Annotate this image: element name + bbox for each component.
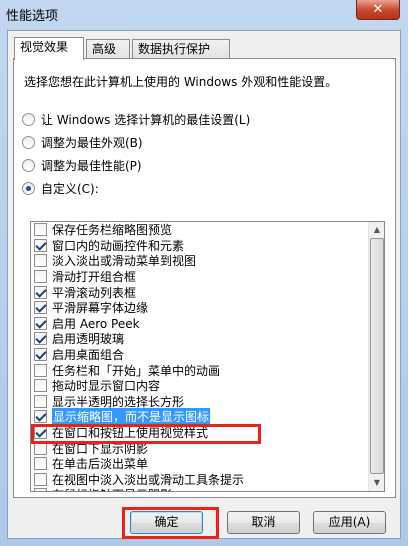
option-label: 平滑屏幕字体边缘	[52, 301, 149, 316]
scrollbar-thumb[interactable]	[370, 238, 384, 474]
tab-dep[interactable]: 数据执行保护	[132, 39, 230, 59]
tab-label: 高级	[92, 42, 117, 56]
checkbox[interactable]	[34, 254, 47, 268]
radio-label: 调整为最佳性能(P)	[41, 158, 142, 173]
checkbox[interactable]	[34, 270, 47, 284]
radio-custom[interactable]: 自定义(C):	[22, 179, 99, 197]
option-label: 滑动打开组合框	[52, 270, 137, 285]
checkbox[interactable]	[34, 472, 47, 486]
checkbox[interactable]	[34, 363, 47, 377]
option-label: 在视图中淡入淡出或滑动工具条提示	[52, 472, 245, 487]
list-item[interactable]: 在视图中淡入淡出或滑动工具条提示	[31, 472, 369, 488]
radio-label: 让 Windows 选择计算机的最佳设置(L)	[41, 112, 251, 127]
tab-advanced[interactable]: 高级	[86, 39, 130, 59]
apply-button[interactable]: 应用(A)	[313, 511, 386, 534]
checkbox[interactable]	[34, 379, 47, 393]
radio-button[interactable]	[22, 135, 35, 149]
visual-effects-list[interactable]: 保存任务栏缩略图预览 窗口内的动画控件和元素 淡入淡出或滑动菜单到视图 滑动打开组合框…	[30, 221, 385, 492]
option-label: 在鼠标指针下显示阴影	[52, 486, 172, 491]
dialog-client-area: 视觉效果 高级 数据执行保护 选择您想在此计算机上使用的 Windows 外观和…	[7, 30, 401, 539]
panel-description: 选择您想在此计算机上使用的 Windows 外观和性能设置。	[24, 75, 338, 89]
radio-best-performance[interactable]: 调整为最佳性能(P)	[22, 156, 142, 174]
option-label: 显示缩略图，而不是显示图标	[52, 408, 211, 426]
list-item[interactable]: 平滑滚动列表框	[31, 284, 369, 300]
checkbox[interactable]	[34, 457, 47, 471]
list-item[interactable]: 显示缩略图，而不是显示图标	[31, 408, 369, 426]
radio-label: 自定义(C):	[41, 181, 99, 196]
window-title: 性能选项	[6, 9, 59, 24]
checkbox[interactable]	[34, 426, 47, 440]
list-item[interactable]: 启用桌面组合	[31, 347, 369, 363]
checkbox[interactable]	[34, 488, 47, 491]
cancel-button[interactable]: 取消	[227, 511, 300, 534]
radio-let-windows-choose[interactable]: 让 Windows 选择计算机的最佳设置(L)	[22, 110, 250, 128]
checkbox[interactable]	[34, 441, 47, 455]
radio-button[interactable]	[22, 112, 35, 126]
list-item[interactable]: 启用透明玻璃	[31, 331, 369, 347]
list-item[interactable]: 保存任务栏缩略图预览	[31, 222, 369, 238]
option-label: 在窗口和按钮上使用视觉样式	[52, 426, 209, 441]
close-icon: ✕	[372, 2, 384, 17]
checkbox[interactable]	[34, 410, 47, 424]
checkbox[interactable]	[34, 285, 47, 299]
option-label: 窗口内的动画控件和元素	[52, 238, 185, 253]
radio-label: 调整为最佳外观(B)	[41, 135, 143, 150]
checkbox[interactable]	[34, 316, 47, 330]
option-label: 启用透明玻璃	[52, 332, 125, 347]
list-item[interactable]: 拖动时显示窗口内容	[31, 378, 369, 394]
radio-button[interactable]	[22, 181, 35, 195]
option-label: 拖动时显示窗口内容	[52, 379, 161, 394]
tab-visual-effects[interactable]: 视觉效果	[14, 37, 84, 60]
option-label: 保存任务栏缩略图预览	[52, 223, 173, 238]
option-label: 淡入淡出或滑动菜单到视图	[52, 254, 197, 269]
close-button[interactable]: ✕	[356, 0, 400, 20]
vertical-scrollbar[interactable]: ▲ ▼	[368, 222, 384, 491]
list-item[interactable]: 显示半透明的选择长方形	[31, 394, 369, 410]
tab-label: 数据执行保护	[138, 42, 211, 56]
visual-effects-panel: 选择您想在此计算机上使用的 Windows 外观和性能设置。 让 Windows…	[13, 58, 396, 498]
scroll-down-icon[interactable]: ▼	[369, 475, 384, 491]
performance-options-window: 性能选项 ✕ 视觉效果 高级 数据执行保护 选择您想在此计算机上使用的 Wind…	[0, 0, 408, 546]
checkbox[interactable]	[34, 348, 47, 362]
list-item[interactable]: 在鼠标指针下显示阴影	[31, 486, 369, 491]
option-label: 在窗口下显示阴影	[52, 441, 149, 456]
list-item[interactable]: 窗口内的动画控件和元素	[31, 238, 369, 254]
radio-best-appearance[interactable]: 调整为最佳外观(B)	[22, 133, 143, 151]
list-item[interactable]: 启用 Aero Peek	[31, 316, 369, 332]
option-label: 任务栏和「开始」菜单中的动画	[52, 363, 221, 378]
checkbox[interactable]	[34, 332, 47, 346]
checkbox[interactable]	[34, 394, 47, 408]
list-item[interactable]: 平滑屏幕字体边缘	[31, 300, 369, 316]
radio-button[interactable]	[22, 158, 35, 172]
checkbox[interactable]	[34, 223, 47, 237]
scroll-up-icon[interactable]: ▲	[369, 222, 384, 238]
tab-label: 视觉效果	[20, 40, 69, 54]
checkbox[interactable]	[34, 301, 47, 315]
option-label: 启用 Aero Peek	[52, 316, 140, 331]
list-items: 保存任务栏缩略图预览 窗口内的动画控件和元素 淡入淡出或滑动菜单到视图 滑动打开组合框…	[31, 222, 369, 491]
list-item[interactable]: 在窗口下显示阴影	[31, 440, 369, 456]
ok-button[interactable]: 确定	[130, 511, 203, 534]
list-item[interactable]: 在单击后淡出菜单	[31, 456, 369, 472]
list-item[interactable]: 任务栏和「开始」菜单中的动画	[31, 362, 369, 378]
title-bar[interactable]: 性能选项 ✕	[0, 0, 408, 28]
option-label: 在单击后淡出菜单	[52, 457, 149, 472]
option-label: 显示半透明的选择长方形	[52, 394, 185, 409]
option-label: 平滑滚动列表框	[52, 285, 137, 300]
list-item[interactable]: 在窗口和按钮上使用视觉样式	[31, 425, 369, 441]
list-item[interactable]: 淡入淡出或滑动菜单到视图	[31, 253, 369, 269]
checkbox[interactable]	[34, 238, 47, 252]
list-item[interactable]: 滑动打开组合框	[31, 269, 369, 285]
option-label: 启用桌面组合	[52, 348, 125, 363]
